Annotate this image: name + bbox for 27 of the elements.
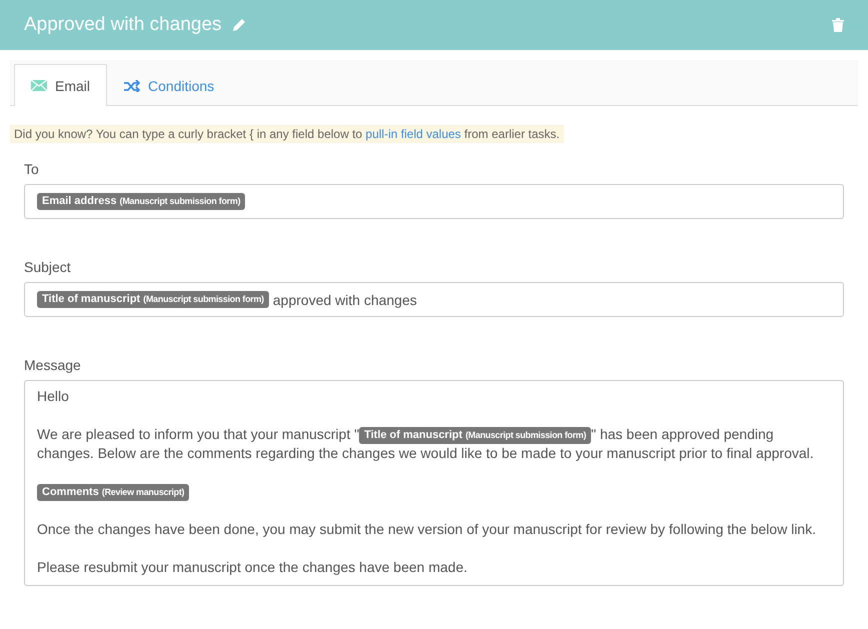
tab[interactable]: Email (14, 64, 108, 106)
shuffle-icon (124, 80, 140, 92)
envelope-icon (31, 80, 47, 91)
field-token[interactable]: Title of manuscript (Manuscript submission form) (37, 291, 269, 308)
message-text: approved with changes (272, 292, 417, 308)
field-token[interactable]: Email address (Manuscript submission form) (37, 193, 246, 210)
message-text: " has been approved pending (591, 426, 774, 442)
trash-icon[interactable] (832, 18, 844, 32)
field-label: Message (24, 357, 82, 373)
field-label: Subject (24, 259, 72, 275)
message-text: Hello (37, 388, 69, 404)
message-text: Please resubmit your manuscript once the changes have been made. (37, 559, 468, 575)
message-text: Once the changes have been done, you may submit the new version of your manuscript for review by following the below link. (37, 521, 816, 537)
tip-text: from earlier tasks. (463, 127, 560, 141)
input-field[interactable]: Email address (Manuscript submission form) (24, 184, 844, 219)
pencil-icon[interactable] (232, 18, 246, 32)
message-field[interactable] (24, 380, 844, 586)
field-token[interactable]: Comments (Review manuscript) (37, 484, 190, 501)
message-text: changes. Below are the comments regarding the changes we would like to be made to your manuscript prior to final approval. (37, 444, 815, 463)
message-text: We are pleased to inform you that your manuscript " (37, 426, 360, 442)
field-label: To (24, 161, 40, 177)
link[interactable]: pull-in field values (366, 127, 461, 141)
tab[interactable]: Conditions (107, 65, 232, 106)
step-title: Approved with changes (24, 14, 222, 36)
field-token[interactable]: Title of manuscript (Manuscript submission form) (359, 427, 592, 444)
tip-text: Did you know? You can type a curly bracket { in any field below to (14, 127, 364, 141)
input-field[interactable]: Title of manuscript (Manuscript submission form) approved with changes (24, 282, 844, 317)
